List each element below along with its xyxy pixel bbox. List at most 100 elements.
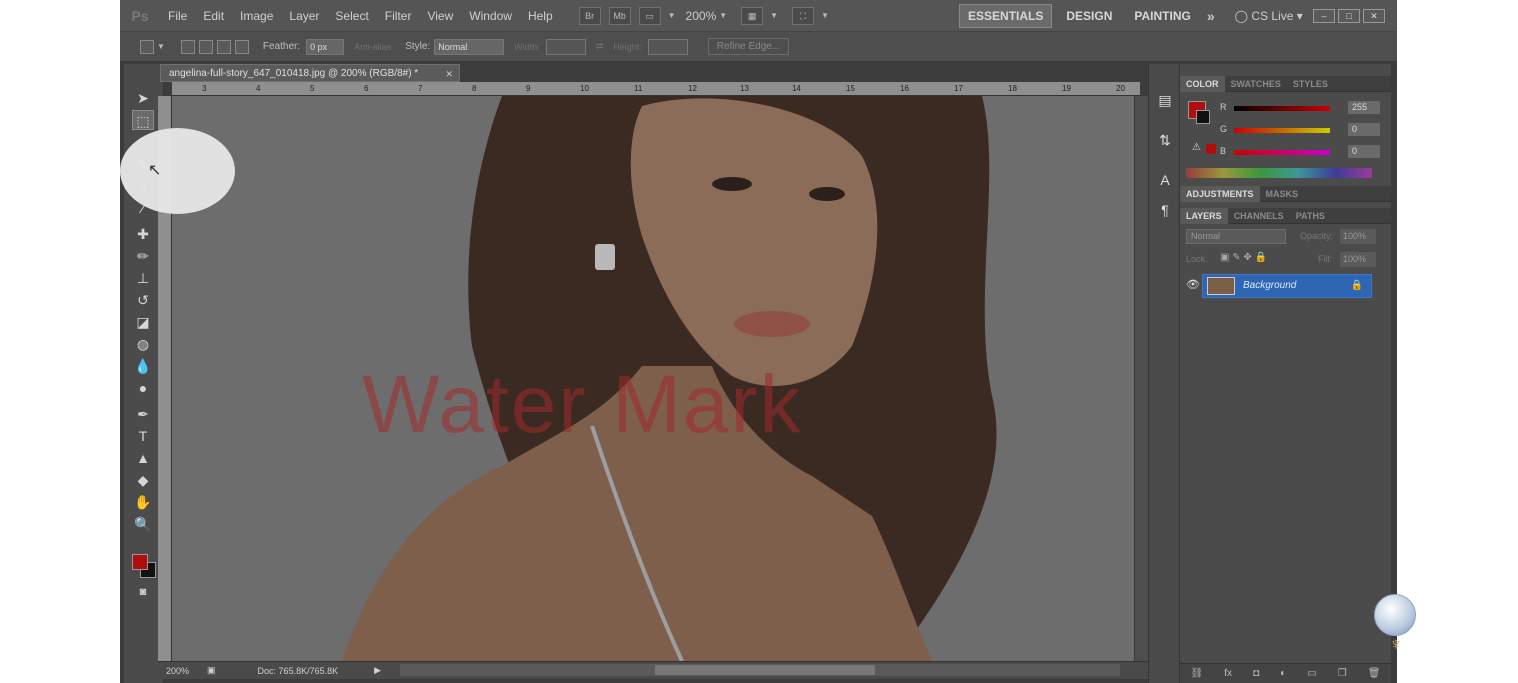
tab-color[interactable]: COLOR: [1180, 75, 1225, 92]
menu-edit[interactable]: Edit: [195, 9, 232, 23]
refine-edge-button[interactable]: Refine Edge...: [707, 38, 790, 55]
height-input[interactable]: [647, 38, 688, 55]
b-track[interactable]: [1234, 150, 1330, 155]
width-input[interactable]: [545, 38, 586, 55]
adjustment-layer-icon[interactable]: ◐: [1280, 668, 1286, 679]
lock-icons[interactable]: ▣ ✎ ✥ 🔒: [1220, 252, 1267, 263]
eye-icon[interactable]: 👁: [1186, 278, 1200, 291]
clone-stamp-tool-icon[interactable]: ⊥: [132, 268, 154, 288]
r-track[interactable]: [1234, 106, 1330, 111]
character-icon[interactable]: A: [1155, 170, 1175, 190]
history-brush-tool-icon[interactable]: ↺: [132, 290, 154, 310]
color-spectrum[interactable]: [1186, 168, 1372, 178]
paint-bucket-tool-icon[interactable]: ◍: [132, 334, 154, 354]
menu-window[interactable]: Window: [461, 9, 520, 23]
slider-b[interactable]: B 0: [1220, 145, 1380, 160]
new-selection-icon[interactable]: [180, 39, 195, 54]
status-icon[interactable]: ▣: [207, 665, 216, 676]
shape-tool-icon[interactable]: ◆: [132, 470, 154, 490]
screen-mode-full-icon[interactable]: ⛶: [792, 6, 815, 25]
new-layer-icon[interactable]: ❐: [1338, 668, 1347, 679]
tab-adjustments[interactable]: ADJUSTMENTS: [1180, 185, 1260, 202]
swap-icon[interactable]: ⇄: [596, 41, 604, 52]
cs-live-button[interactable]: ◯ CS Live ▾: [1235, 9, 1303, 23]
trash-icon[interactable]: 🗑: [1368, 668, 1381, 679]
history-icon[interactable]: ⇅: [1155, 130, 1175, 150]
bridge-button[interactable]: Br: [578, 6, 601, 25]
subtract-selection-icon[interactable]: [216, 39, 231, 54]
hand-tool-icon[interactable]: ✋: [132, 492, 154, 512]
panel-bg-swatch[interactable]: [1196, 110, 1210, 124]
menu-help[interactable]: Help: [520, 9, 561, 23]
b-value[interactable]: 0: [1348, 145, 1380, 158]
horizontal-scrollbar[interactable]: [400, 664, 1120, 676]
status-zoom[interactable]: 200%: [166, 666, 189, 676]
document-tab[interactable]: angelina-full-story_647_010418.jpg @ 200…: [160, 64, 460, 82]
tab-layers[interactable]: LAYERS: [1180, 207, 1228, 224]
r-value[interactable]: 255: [1348, 101, 1380, 114]
blend-mode-select[interactable]: Normal: [1186, 229, 1286, 244]
eraser-tool-icon[interactable]: ◪: [132, 312, 154, 332]
intersect-selection-icon[interactable]: [234, 39, 249, 54]
status-menu-arrow-icon[interactable]: ▶: [374, 665, 381, 676]
mini-bridge-button[interactable]: Mb: [608, 6, 631, 25]
marquee-preset-icon[interactable]: [140, 39, 154, 54]
zoom-level-select[interactable]: 200%: [686, 9, 717, 23]
g-value[interactable]: 0: [1348, 123, 1380, 136]
close-icon[interactable]: ✕: [445, 65, 453, 83]
warning-icon[interactable]: ⚠: [1192, 142, 1201, 153]
workspace-essentials[interactable]: ESSENTIALS: [959, 3, 1053, 28]
path-selection-tool-icon[interactable]: ▲: [132, 448, 154, 468]
screen-mode-icon[interactable]: ▭: [638, 6, 661, 25]
chevron-down-icon[interactable]: ▼: [157, 42, 165, 51]
new-group-icon[interactable]: ▭: [1307, 668, 1316, 679]
more-workspaces-icon[interactable]: »: [1207, 8, 1215, 24]
menu-select[interactable]: Select: [327, 9, 376, 23]
fill-input[interactable]: 100%: [1340, 252, 1376, 267]
quick-mask-icon[interactable]: ◙: [132, 582, 154, 602]
scroll-thumb[interactable]: [655, 665, 875, 675]
slider-g[interactable]: G 0: [1220, 123, 1380, 138]
link-layers-icon[interactable]: ⛓: [1191, 668, 1204, 679]
arrange-documents-icon[interactable]: ▦: [741, 6, 764, 25]
workspace-painting[interactable]: PAINTING: [1126, 5, 1198, 27]
gamut-swatch[interactable]: [1206, 144, 1216, 154]
minimize-button[interactable]: –: [1313, 8, 1335, 23]
paragraph-icon[interactable]: ¶: [1155, 200, 1175, 220]
feather-input[interactable]: 0 px: [306, 38, 345, 55]
tab-swatches[interactable]: SWATCHES: [1225, 76, 1287, 92]
layer-row-background[interactable]: Background 🔒: [1202, 274, 1372, 298]
spot-healing-tool-icon[interactable]: ✚: [132, 224, 154, 244]
zoom-tool-icon[interactable]: 🔍: [132, 514, 154, 534]
mini-bridge-icon[interactable]: ▤: [1155, 90, 1175, 110]
tab-channels[interactable]: CHANNELS: [1228, 208, 1290, 224]
layer-style-icon[interactable]: fx: [1224, 668, 1232, 679]
menu-view[interactable]: View: [419, 9, 461, 23]
move-tool-icon[interactable]: ➤: [132, 88, 154, 108]
add-selection-icon[interactable]: [198, 39, 213, 54]
rect-marquee-tool-icon[interactable]: ⬚: [132, 110, 154, 130]
tab-paths[interactable]: PATHS: [1290, 208, 1331, 224]
vertical-scrollbar[interactable]: [1134, 96, 1148, 661]
add-mask-icon[interactable]: ◘: [1253, 668, 1259, 679]
dodge-tool-icon[interactable]: ●: [132, 378, 154, 398]
antialias-checkbox[interactable]: Anti-alias: [354, 42, 391, 52]
g-track[interactable]: [1234, 128, 1330, 133]
menu-file[interactable]: File: [160, 9, 195, 23]
type-tool-icon[interactable]: T: [132, 426, 154, 446]
brush-tool-icon[interactable]: ✏: [132, 246, 154, 266]
foreground-color-swatch[interactable]: [132, 554, 148, 570]
tab-styles[interactable]: STYLES: [1287, 76, 1334, 92]
slider-r[interactable]: R 255: [1220, 101, 1380, 116]
pen-tool-icon[interactable]: ✒: [132, 404, 154, 424]
tab-masks[interactable]: MASKS: [1260, 186, 1305, 202]
opacity-input[interactable]: 100%: [1340, 229, 1376, 244]
maximize-button[interactable]: □: [1338, 8, 1360, 23]
document-canvas[interactable]: Water Mark: [172, 96, 1134, 661]
menu-layer[interactable]: Layer: [281, 9, 327, 23]
blur-tool-icon[interactable]: 💧: [132, 356, 154, 376]
workspace-design[interactable]: DESIGN: [1058, 5, 1120, 27]
menu-image[interactable]: Image: [232, 9, 281, 23]
menu-filter[interactable]: Filter: [377, 9, 420, 23]
close-button[interactable]: ✕: [1363, 8, 1385, 23]
